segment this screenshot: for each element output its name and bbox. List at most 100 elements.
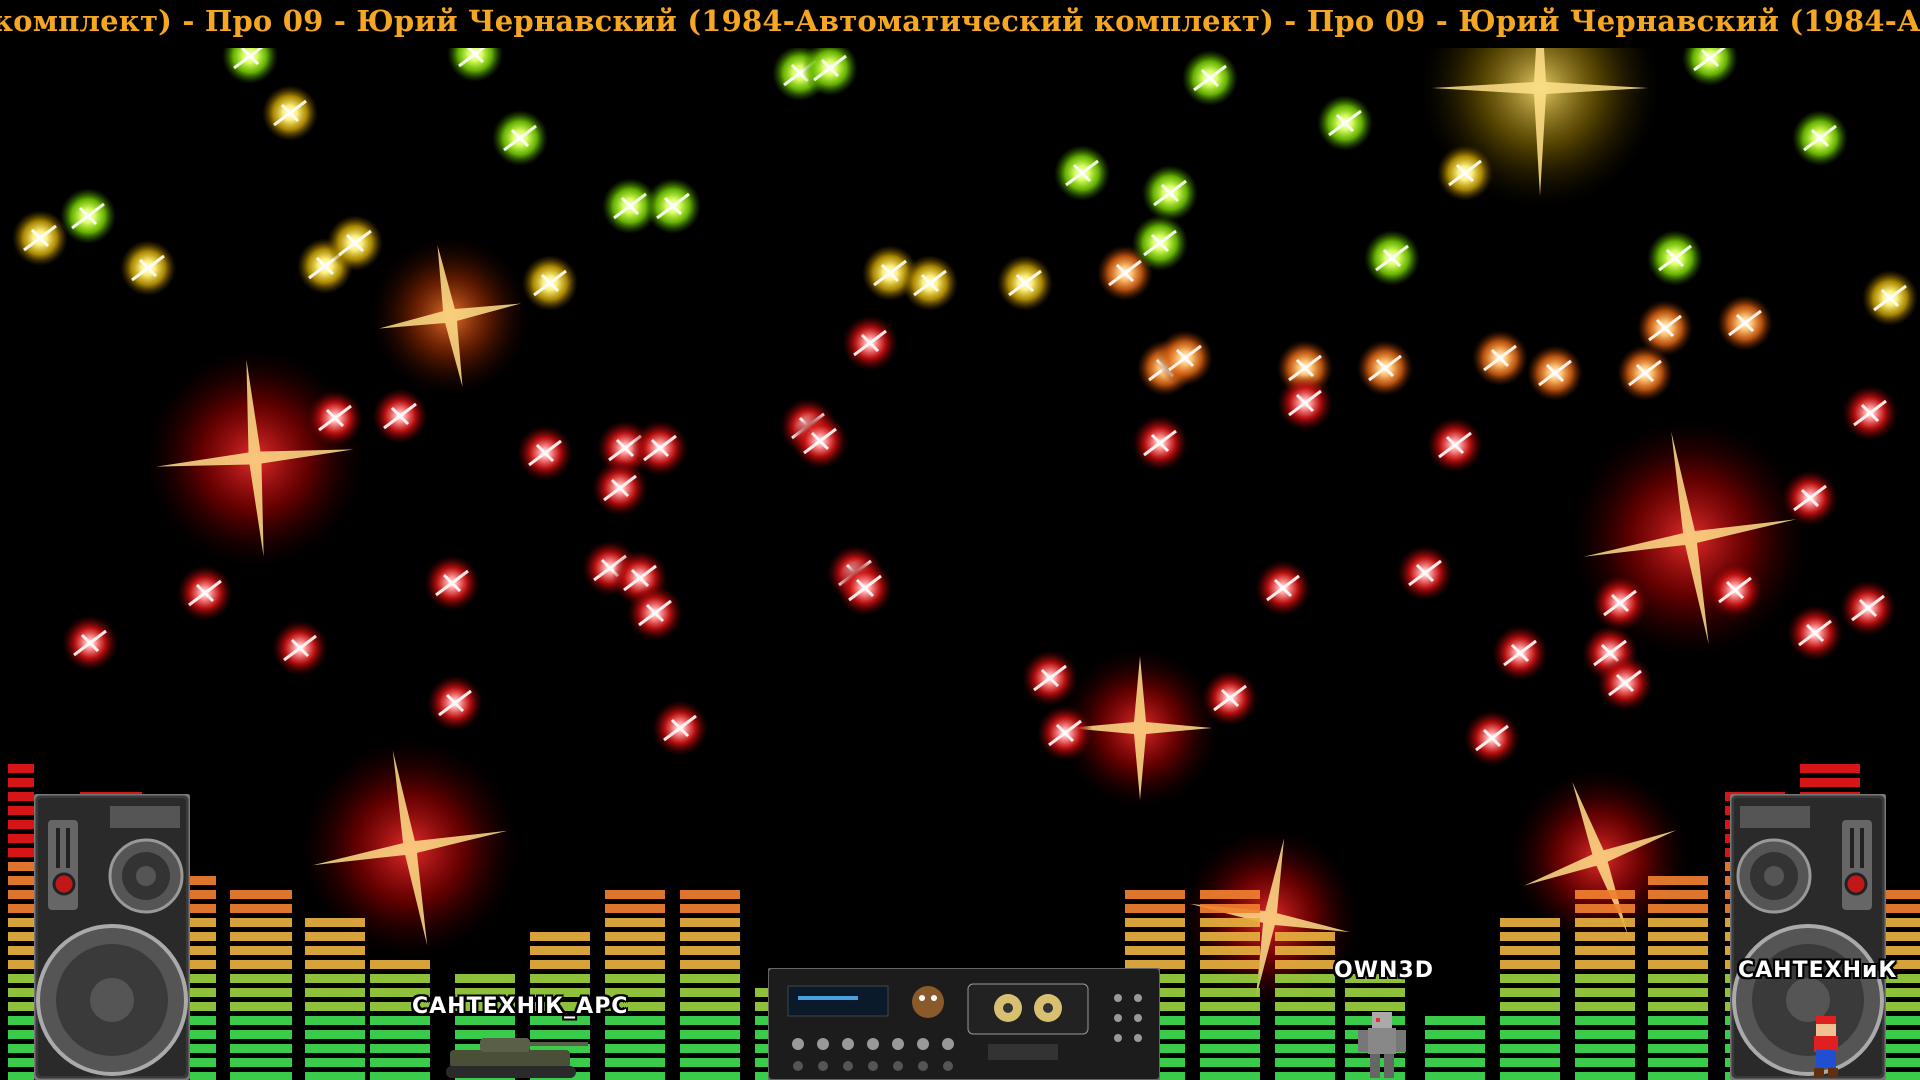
eq-segment	[305, 974, 365, 983]
eq-segment	[1500, 988, 1560, 997]
eq-segment	[230, 960, 292, 969]
eq-segment	[305, 1002, 365, 1011]
left-speaker-icon	[34, 794, 190, 1080]
tank-icon	[446, 1038, 588, 1078]
eq-segment	[8, 890, 34, 899]
eq-segment	[8, 918, 34, 927]
eq-segment	[1200, 918, 1260, 927]
eq-segment	[1885, 1044, 1920, 1053]
eq-segment	[1885, 1072, 1920, 1080]
eq-segment	[370, 1030, 430, 1039]
eq-segment	[1885, 918, 1920, 927]
eq-segment	[1648, 960, 1708, 969]
eq-segment	[1500, 918, 1560, 927]
eq-segment	[370, 1058, 430, 1067]
eq-segment	[190, 988, 216, 997]
eq-segment	[1500, 1016, 1560, 1025]
eq-segment	[605, 1030, 665, 1039]
eq-segment	[230, 932, 292, 941]
eq-segment	[680, 974, 740, 983]
eq-segment	[1500, 946, 1560, 955]
eq-segment	[605, 946, 665, 955]
eq-segment	[230, 946, 292, 955]
eq-segment	[455, 974, 515, 983]
eq-segment	[1275, 960, 1335, 969]
eq-segment	[8, 960, 34, 969]
eq-segment	[1500, 1058, 1560, 1067]
equalizer-bars	[8, 764, 1920, 1080]
eq-segment	[1575, 890, 1635, 899]
eq-segment	[530, 932, 590, 941]
eq-segment	[1200, 1016, 1260, 1025]
eq-segment	[1200, 1044, 1260, 1053]
eq-segment	[190, 974, 216, 983]
left-user-label: САНТЕХНІК_АРС	[412, 994, 629, 1019]
eq-segment	[1648, 904, 1708, 913]
eq-segment	[230, 974, 292, 983]
eq-segment	[305, 988, 365, 997]
eq-segment	[1885, 946, 1920, 955]
eq-segment	[8, 764, 34, 773]
eq-segment	[1648, 1044, 1708, 1053]
eq-segment	[190, 890, 216, 899]
eq-segment	[605, 918, 665, 927]
eq-segment	[605, 932, 665, 941]
eq-segment	[1425, 1044, 1485, 1053]
eq-segment	[230, 1002, 292, 1011]
eq-segment	[1648, 988, 1708, 997]
right-user-label: САНТЕХНиК	[1738, 958, 1898, 983]
eq-segment	[1885, 988, 1920, 997]
eq-segment	[1200, 988, 1260, 997]
eq-segment	[1575, 1072, 1635, 1080]
eq-segment	[1885, 1030, 1920, 1039]
eq-segment	[1500, 1030, 1560, 1039]
eq-segment	[1275, 988, 1335, 997]
eq-segment	[8, 1002, 34, 1011]
eq-segment	[1200, 1072, 1260, 1080]
eq-segment	[190, 1002, 216, 1011]
eq-segment	[1125, 946, 1185, 955]
eq-segment	[8, 1044, 34, 1053]
eq-segment	[305, 1058, 365, 1067]
eq-segment	[1648, 932, 1708, 941]
eq-segment	[1425, 1016, 1485, 1025]
robot-sprite-icon	[1358, 1012, 1406, 1078]
eq-segment	[8, 904, 34, 913]
eq-segment	[1500, 932, 1560, 941]
eq-segment	[1885, 1002, 1920, 1011]
eq-segment	[1648, 1058, 1708, 1067]
eq-segment	[1200, 1058, 1260, 1067]
eq-segment	[190, 946, 216, 955]
eq-segment	[8, 1058, 34, 1067]
eq-segment	[680, 960, 740, 969]
eq-segment	[190, 918, 216, 927]
eq-segment	[190, 932, 216, 941]
eq-segment	[680, 946, 740, 955]
eq-segment	[605, 960, 665, 969]
eq-segment	[305, 946, 365, 955]
eq-segment	[1500, 960, 1560, 969]
eq-segment	[1885, 904, 1920, 913]
eq-segment	[230, 1058, 292, 1067]
eq-segment	[1575, 946, 1635, 955]
eq-segment	[1275, 974, 1335, 983]
eq-segment	[230, 1044, 292, 1053]
eq-segment	[305, 1016, 365, 1025]
stereo-deck-icon	[768, 968, 1160, 1080]
eq-segment	[605, 1072, 665, 1080]
eq-segment	[1575, 1058, 1635, 1067]
eq-segment	[1800, 764, 1860, 773]
eq-segment	[605, 890, 665, 899]
eq-segment	[1500, 974, 1560, 983]
eq-segment	[680, 904, 740, 913]
eq-segment	[1125, 932, 1185, 941]
eq-segment	[1575, 1002, 1635, 1011]
eq-segment	[1345, 988, 1405, 997]
eq-segment	[1125, 904, 1185, 913]
eq-segment	[8, 834, 34, 843]
eq-segment	[1648, 876, 1708, 885]
eq-segment	[8, 876, 34, 885]
eq-segment	[1275, 1016, 1335, 1025]
eq-segment	[1500, 1044, 1560, 1053]
eq-segment	[1425, 1072, 1485, 1080]
